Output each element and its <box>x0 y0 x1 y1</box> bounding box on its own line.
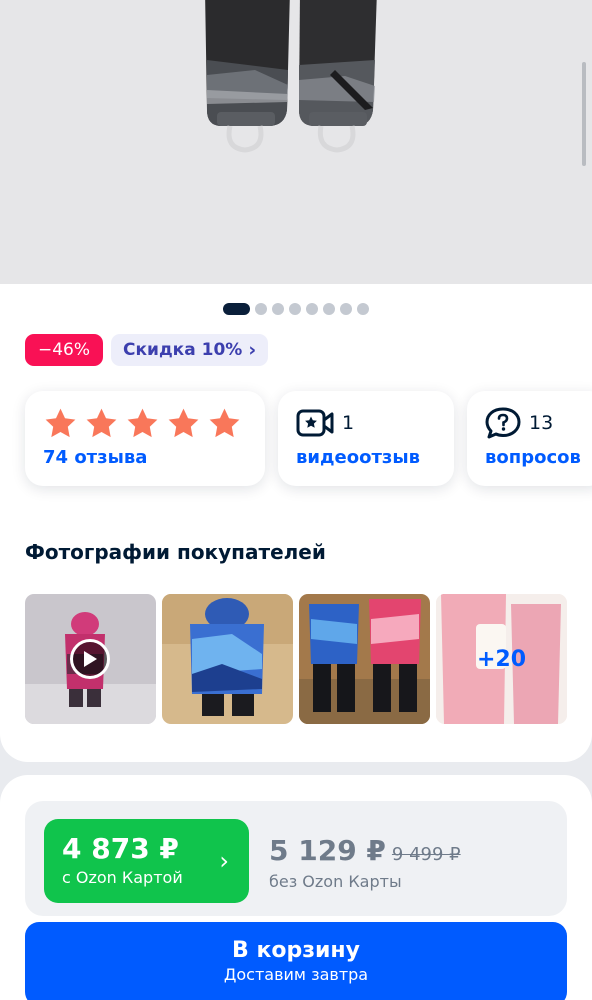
pagination-dot[interactable] <box>255 303 267 315</box>
video-review-icon <box>296 409 334 437</box>
customer-photo-image <box>299 594 430 724</box>
star-icon <box>127 408 158 437</box>
old-price: 9 499 ₽ <box>391 844 461 865</box>
star-icon <box>209 408 240 437</box>
questions-tile[interactable]: 13 вопросов <box>467 391 592 486</box>
product-image[interactable] <box>195 0 385 160</box>
gallery-pagination[interactable] <box>0 303 592 315</box>
add-to-cart-label: В корзину <box>232 938 360 963</box>
video-reviews-tile[interactable]: 1 видеоотзыв <box>278 391 454 486</box>
pagination-dot[interactable] <box>340 303 352 315</box>
add-to-cart-button[interactable]: В корзину Доставим завтра <box>25 922 567 1000</box>
discount-badge[interactable]: Скидка 10% › <box>111 334 269 366</box>
star-icon <box>86 408 117 437</box>
chevron-right-icon: › <box>219 847 229 875</box>
pagination-dot[interactable] <box>357 303 369 315</box>
badges: −46% Скидка 10% › <box>25 334 269 366</box>
play-triangle-icon <box>84 651 97 667</box>
questions-count: 13 <box>529 412 554 434</box>
ozon-card-label: с Ozon Картой <box>62 868 183 887</box>
pagination-dot[interactable] <box>272 303 284 315</box>
discount-label: Скидка 10% <box>123 340 243 360</box>
video-reviews-count: 1 <box>342 412 355 434</box>
pagination-dot[interactable] <box>323 303 335 315</box>
sale-badge: −46% <box>25 334 104 366</box>
product-info-panel: −46% Скидка 10% › 74 отзыва 1 видеоотзыв… <box>0 284 592 762</box>
price-box: 4 873 ₽ с Ozon Картой › 5 129 ₽9 499 ₽ б… <box>25 801 567 916</box>
more-photos-count: +20 <box>436 594 567 724</box>
pagination-dot[interactable] <box>306 303 318 315</box>
reviews-count-label: 74 отзыва <box>43 447 148 468</box>
regular-price-block: 5 129 ₽9 499 ₽ без Ozon Карты <box>269 834 461 891</box>
ozon-card-price-button[interactable]: 4 873 ₽ с Ozon Картой › <box>44 819 249 903</box>
rating-stars <box>43 405 247 441</box>
customer-photo[interactable] <box>162 594 293 724</box>
star-icon <box>45 408 76 437</box>
customer-photo-image <box>162 594 293 724</box>
pagination-dot[interactable] <box>289 303 301 315</box>
price-panel: 4 873 ₽ с Ozon Картой › 5 129 ₽9 499 ₽ б… <box>0 775 592 1000</box>
product-gallery[interactable] <box>0 0 592 284</box>
customer-photo-more[interactable]: +20 <box>436 594 567 724</box>
customer-photos-title: Фотографии покупателей <box>25 540 326 564</box>
scrollbar[interactable] <box>582 62 586 166</box>
delivery-label: Доставим завтра <box>223 965 369 984</box>
video-reviews-label: видеоотзыв <box>296 447 421 468</box>
ozon-card-price: 4 873 ₽ <box>62 832 179 865</box>
customer-photo-video[interactable] <box>25 594 156 724</box>
regular-price: 5 129 ₽ <box>269 834 386 867</box>
customer-photo[interactable] <box>299 594 430 724</box>
question-bubble-icon <box>485 407 521 439</box>
feedback-tiles: 74 отзыва 1 видеоотзыв 13 вопросов <box>25 391 592 486</box>
questions-label: вопросов <box>485 447 581 468</box>
pagination-dot-active[interactable] <box>223 303 250 315</box>
chevron-right-icon: › <box>248 339 257 361</box>
customer-photos: +20 <box>25 594 567 724</box>
star-icon <box>168 408 199 437</box>
reviews-tile[interactable]: 74 отзыва <box>25 391 265 486</box>
regular-price-label: без Ozon Карты <box>269 872 402 891</box>
play-icon[interactable] <box>70 639 110 679</box>
